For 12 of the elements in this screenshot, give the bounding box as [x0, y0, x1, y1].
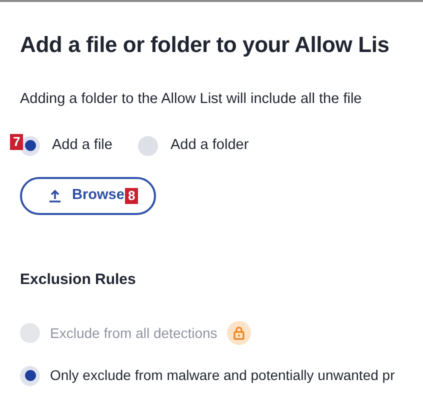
radio-label: Only exclude from malware and potentially unwanted pr	[50, 366, 395, 385]
radio-label: Exclude from all detections	[50, 324, 218, 342]
radio-button[interactable]	[20, 366, 40, 386]
radio-label: Add a file	[52, 136, 112, 155]
dialog-title: Add a file or folder to your Allow Lis	[20, 31, 390, 59]
radio-label: Add a folder	[170, 136, 249, 155]
step-marker: 7	[10, 134, 24, 150]
description-text: Adding a folder to the Allow List will include all the file	[20, 90, 362, 109]
upload-icon	[48, 188, 62, 202]
section-heading: Exclusion Rules	[20, 270, 136, 290]
step-marker: 8	[125, 188, 138, 204]
radio-button[interactable]	[138, 136, 158, 156]
